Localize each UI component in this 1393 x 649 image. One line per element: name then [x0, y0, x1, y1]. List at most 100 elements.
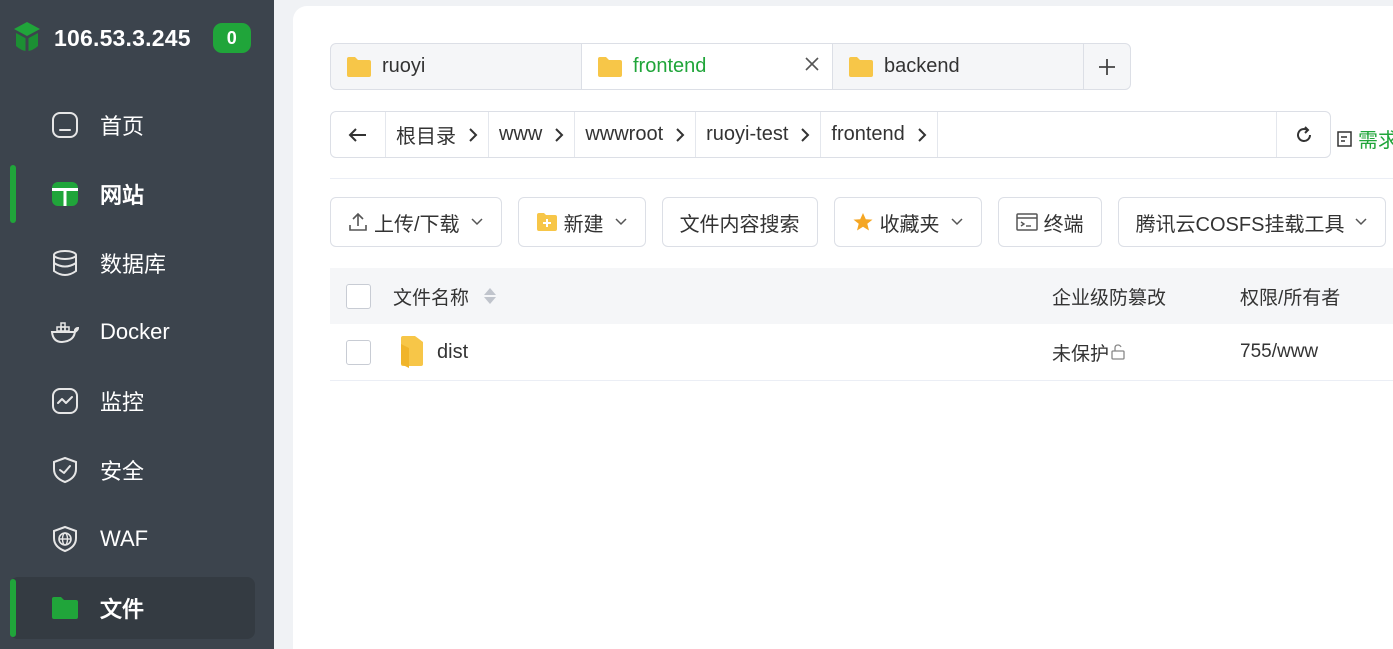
breadcrumb-wwwroot[interactable]: wwwroot [575, 112, 697, 157]
new-label: 新建 [563, 213, 604, 236]
breadcrumb-label: 根目录 [396, 126, 456, 148]
new-button[interactable]: 新建 [517, 197, 646, 247]
breadcrumb-www[interactable]: www [489, 112, 576, 157]
upload-icon [348, 212, 368, 232]
terminal-label: 终端 [1043, 213, 1084, 236]
database-icon [50, 248, 80, 278]
row-checkbox[interactable] [346, 339, 371, 365]
cosfs-mount-label: 腾讯云COSFS挂载工具 [1135, 213, 1345, 236]
requirements-label: 需求 [1358, 130, 1393, 152]
column-label: 文件名称 [393, 287, 470, 309]
permission-cell[interactable]: 755/www [1240, 341, 1318, 363]
server-ip: 106.53.3.245 [54, 24, 191, 51]
new-folder-icon [536, 212, 558, 232]
terminal-button[interactable]: 终端 [997, 197, 1102, 247]
content-search-button[interactable]: 文件内容搜索 [661, 197, 818, 247]
waf-icon [50, 524, 80, 554]
tab-frontend[interactable]: frontend [582, 44, 833, 89]
file-table-header: 文件名称 企业级防篡改 权限/所有者 [330, 268, 1393, 324]
refresh-icon [1296, 125, 1311, 142]
folder-icon [50, 593, 80, 623]
breadcrumb-root[interactable]: 根目录 [386, 112, 489, 157]
requirements-link[interactable]: 需求 [1336, 124, 1393, 153]
breadcrumb-label: wwwroot [585, 123, 664, 145]
tab-label: backend [884, 55, 960, 77]
tab-backend[interactable]: backend [833, 44, 1084, 89]
sort-icon [484, 288, 497, 304]
breadcrumb-ruoyi-test[interactable]: ruoyi-test [696, 112, 822, 157]
upload-download-button[interactable]: 上传/下载 [330, 197, 502, 247]
file-manager-panel: ruoyi frontend backend 根目录 www wwwroot r… [293, 6, 1393, 649]
chevron-right-icon [676, 127, 685, 142]
breadcrumb-frontend[interactable]: frontend [821, 112, 938, 157]
plus-icon [1099, 58, 1115, 75]
tab-bar: ruoyi frontend backend [330, 43, 1131, 90]
website-icon [50, 179, 80, 209]
column-permission-header: 权限/所有者 [1240, 287, 1341, 309]
sidebar-item-label: 监控 [100, 390, 145, 415]
divider [330, 178, 1393, 179]
protection-cell[interactable]: 未保护 [1052, 339, 1127, 366]
folder-icon [849, 56, 873, 77]
sidebar-item-files[interactable]: 文件 [10, 577, 255, 639]
sidebar: 106.53.3.245 0 首页 网站 数据库 Docker 监控 安全 WA… [0, 0, 274, 649]
add-tab-button[interactable] [1084, 44, 1130, 89]
sidebar-item-docker[interactable]: Docker [10, 301, 255, 363]
breadcrumb-label: ruoyi-test [706, 123, 789, 145]
table-row[interactable]: dist 未保护 755/www [330, 324, 1393, 381]
folder-icon [347, 56, 371, 77]
star-icon [852, 212, 874, 232]
back-button[interactable] [331, 112, 386, 157]
breadcrumb-label: frontend [831, 123, 905, 145]
cosfs-mount-button[interactable]: 腾讯云COSFS挂载工具 [1117, 197, 1387, 247]
edit-note-icon [1337, 130, 1352, 147]
select-all-checkbox[interactable] [346, 283, 371, 309]
chevron-down-icon [1354, 217, 1368, 227]
arrow-left-icon [348, 127, 366, 142]
monitor-icon [50, 386, 80, 416]
sidebar-item-monitor[interactable]: 监控 [10, 370, 255, 432]
notification-badge[interactable]: 0 [212, 23, 251, 53]
sidebar-item-database[interactable]: 数据库 [10, 232, 255, 294]
sidebar-item-label: 安全 [100, 459, 145, 484]
file-name-cell[interactable]: dist [399, 334, 468, 370]
toolbar: 上传/下载 新建 文件内容搜索 收藏夹 终端 腾讯云COSFS挂载工具 [330, 197, 1393, 247]
content-search-label: 文件内容搜索 [679, 213, 800, 236]
server-logo-icon [14, 22, 40, 54]
chevron-right-icon [555, 127, 564, 142]
refresh-button[interactable] [1276, 112, 1330, 157]
tab-ruoyi[interactable]: ruoyi [331, 44, 582, 89]
breadcrumb-label: www [499, 123, 543, 145]
brand: 106.53.3.245 0 [12, 18, 251, 58]
chevron-right-icon [469, 127, 478, 142]
favorites-button[interactable]: 收藏夹 [833, 197, 982, 247]
sidebar-item-label: 数据库 [100, 252, 167, 277]
sidebar-item-home[interactable]: 首页 [10, 94, 255, 156]
chevron-right-icon [801, 127, 810, 142]
tab-label: ruoyi [382, 55, 426, 77]
chevron-down-icon [470, 217, 484, 227]
close-icon[interactable] [804, 55, 820, 78]
sidebar-item-waf[interactable]: WAF [10, 508, 255, 570]
path-bar: 根目录 www wwwroot ruoyi-test frontend [330, 111, 1331, 158]
chevron-right-icon [918, 127, 927, 142]
sidebar-item-security[interactable]: 安全 [10, 439, 255, 501]
sidebar-item-website[interactable]: 网站 [10, 163, 255, 225]
file-name: dist [437, 340, 469, 363]
chevron-down-icon [950, 217, 964, 227]
chevron-down-icon [614, 217, 628, 227]
folder-icon [401, 336, 423, 368]
sidebar-item-label: 首页 [100, 114, 145, 139]
terminal-icon [1015, 213, 1038, 231]
sidebar-nav: 首页 网站 数据库 Docker 监控 安全 WAF 文件 [10, 94, 255, 646]
sidebar-item-label: 文件 [100, 597, 145, 622]
sidebar-item-label: 网站 [100, 183, 145, 208]
protection-status: 未保护 [1052, 343, 1110, 365]
unlock-icon [1111, 344, 1125, 360]
tab-label: frontend [633, 55, 707, 77]
folder-icon [598, 56, 622, 77]
docker-icon [50, 317, 80, 347]
column-name-header[interactable]: 文件名称 [393, 283, 497, 310]
shield-icon [50, 455, 80, 485]
favorites-label: 收藏夹 [879, 213, 940, 236]
